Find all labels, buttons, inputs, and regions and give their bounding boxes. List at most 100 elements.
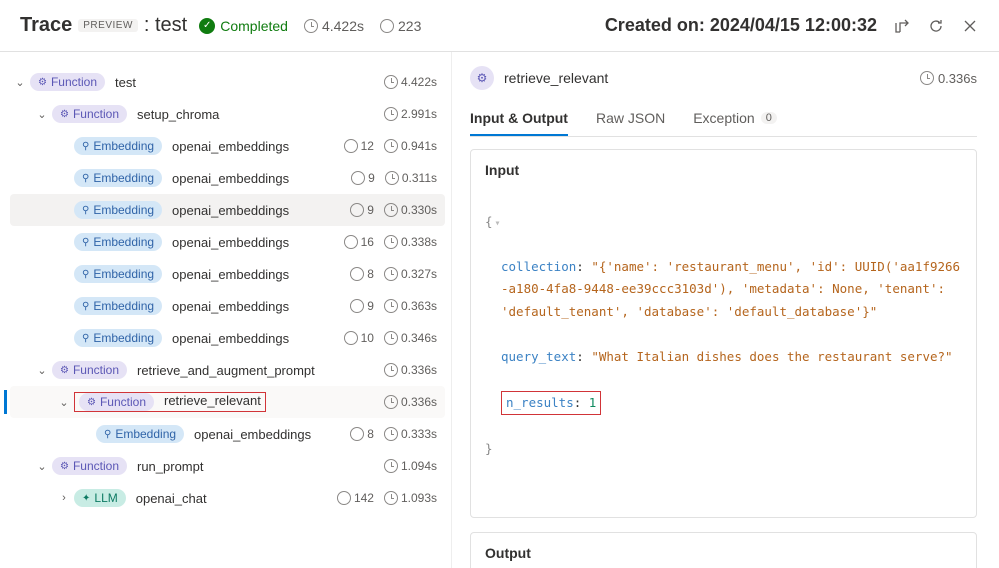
tab-exception[interactable]: Exception 0	[693, 102, 777, 136]
node-label: openai_embeddings	[172, 139, 289, 154]
node-meta: 2.991s	[384, 107, 437, 121]
chevron-icon[interactable]: ⌄	[54, 396, 74, 409]
clock-icon	[384, 427, 398, 441]
fn-badge: ⚙Function	[52, 361, 127, 379]
node-label: openai_chat	[136, 491, 207, 506]
share-icon[interactable]	[893, 17, 911, 35]
fn-badge: ⚙Function	[52, 457, 127, 475]
tree-row-test[interactable]: ⌄⚙Function test 4.422s	[10, 66, 445, 98]
node-meta: 120.941s	[344, 139, 437, 153]
status-label: Completed	[220, 18, 288, 34]
node-label: setup_chroma	[137, 107, 219, 122]
function-icon: ⚙	[470, 66, 494, 90]
tree-row-run_prompt[interactable]: ⌄⚙Function run_prompt 1.094s	[10, 450, 445, 482]
node-meta: 1421.093s	[337, 491, 437, 505]
node-label: openai_embeddings	[172, 331, 289, 346]
header-tokens: 223	[380, 18, 421, 34]
node-meta: 1.094s	[384, 459, 437, 473]
exception-count: 0	[761, 112, 777, 124]
emb-badge: ⚲Embedding	[74, 265, 162, 283]
detail-tabs: Input & Output Raw JSON Exception 0	[470, 102, 977, 137]
node-meta: 4.422s	[384, 75, 437, 89]
node-meta: 160.338s	[344, 235, 437, 249]
chevron-icon[interactable]: ⌄	[32, 364, 52, 377]
detail-time: 0.336s	[920, 71, 977, 86]
refresh-icon[interactable]	[927, 17, 945, 35]
clock-icon	[384, 395, 398, 409]
emb-badge: ⚲Embedding	[96, 425, 184, 443]
tree-row-openai_embeddings[interactable]: ⚲Embeddingopenai_embeddings90.311s	[10, 162, 445, 194]
node-meta: 0.336s	[384, 395, 437, 409]
tree-row-openai_embeddings[interactable]: ⚲Embeddingopenai_embeddings100.346s	[10, 322, 445, 354]
check-icon: ✓	[199, 18, 215, 34]
node-meta: 90.330s	[350, 203, 437, 217]
token-icon	[344, 235, 358, 249]
tree-row-openai_embeddings[interactable]: ⚲Embeddingopenai_embeddings160.338s	[10, 226, 445, 258]
clock-icon	[384, 235, 398, 249]
header-bar: Trace PREVIEW : test ✓ Completed 4.422s …	[0, 0, 999, 52]
input-card: Input {▾ collection: "{'name': 'restaura…	[470, 149, 977, 518]
tree-row-openai_embeddings[interactable]: ⚲Embedding openai_embeddings 120.941s	[10, 130, 445, 162]
node-label: openai_embeddings	[172, 171, 289, 186]
output-card: Output {▾ ids: [▾ 0: [▾ 0: "id1" ] ] dis…	[470, 532, 977, 568]
node-label: openai_embeddings	[172, 267, 289, 282]
trace-tree[interactable]: ⌄⚙Functiontest4.422s⌄⚙Functionsetup_chro…	[0, 52, 452, 568]
node-meta: 80.333s	[350, 427, 437, 441]
clock-icon	[384, 203, 398, 217]
emb-badge: ⚲Embedding	[74, 201, 162, 219]
selected-highlight: ⚙Function retrieve_relevant	[74, 392, 266, 413]
token-icon	[344, 139, 358, 153]
tree-row-openai_embeddings[interactable]: ⚲Embeddingopenai_embeddings80.327s	[10, 258, 445, 290]
token-icon	[350, 203, 364, 217]
fn-badge: ⚙Function	[52, 105, 127, 123]
clock-icon	[384, 299, 398, 313]
detail-panel: ⚙ retrieve_relevant 0.336s Input & Outpu…	[452, 52, 999, 568]
input-title: Input	[485, 162, 962, 178]
status-pill: ✓ Completed	[199, 18, 288, 34]
header-duration: 4.422s	[304, 18, 364, 34]
tree-row-openai_embeddings[interactable]: ⚲Embeddingopenai_embeddings90.363s	[10, 290, 445, 322]
preview-badge: PREVIEW	[78, 19, 138, 32]
clock-icon	[384, 363, 398, 377]
tab-raw-json[interactable]: Raw JSON	[596, 102, 665, 136]
close-icon[interactable]	[961, 17, 979, 35]
tree-row-setup_chroma[interactable]: ⌄⚙Function setup_chroma 2.991s	[10, 98, 445, 130]
node-label: run_prompt	[137, 459, 203, 474]
created-on: Created on: 2024/04/15 12:00:32	[605, 15, 877, 36]
node-meta: 90.363s	[350, 299, 437, 313]
node-meta: 90.311s	[351, 171, 437, 185]
detail-name: retrieve_relevant	[504, 70, 608, 86]
node-label: retrieve_relevant	[164, 393, 261, 408]
node-meta: 100.346s	[344, 331, 437, 345]
node-label: retrieve_and_augment_prompt	[137, 363, 315, 378]
tree-row-openai_embeddings[interactable]: ⚲Embedding openai_embeddings 90.330s	[10, 194, 445, 226]
trace-name: : test	[144, 14, 187, 37]
tree-row-retrieve_and_augment_prompt[interactable]: ⌄⚙Function retrieve_and_augment_prompt 0.3…	[10, 354, 445, 386]
clock-icon	[384, 267, 398, 281]
tree-row-openai_embeddings[interactable]: ⚲Embedding openai_embeddings 80.333s	[10, 418, 445, 450]
emb-badge: ⚲Embedding	[74, 137, 162, 155]
node-label: openai_embeddings	[194, 427, 311, 442]
chevron-icon[interactable]: ⌄	[32, 108, 52, 121]
tree-row-openai_chat[interactable]: ›✦LLM openai_chat 1421.093s	[10, 482, 445, 514]
token-icon	[344, 331, 358, 345]
chevron-icon[interactable]: ⌄	[10, 76, 30, 89]
token-icon	[350, 427, 364, 441]
llm-badge: ✦LLM	[74, 489, 126, 507]
clock-icon	[304, 19, 318, 33]
clock-icon	[384, 139, 398, 153]
chevron-icon[interactable]: ⌄	[32, 460, 52, 473]
tab-input-output[interactable]: Input & Output	[470, 102, 568, 136]
node-label: test	[115, 75, 136, 90]
node-meta: 0.336s	[384, 363, 437, 377]
node-label: openai_embeddings	[172, 299, 289, 314]
token-icon	[350, 267, 364, 281]
chevron-icon[interactable]: ›	[54, 492, 74, 504]
n-results-highlight: n_results: 1	[501, 391, 601, 416]
tree-row-retrieve_relevant[interactable]: ⌄ ⚙Function retrieve_relevant 0.336s	[10, 386, 445, 418]
fn-badge: ⚙Function	[79, 393, 154, 411]
output-title: Output	[485, 545, 962, 561]
node-label: openai_embeddings	[172, 203, 289, 218]
emb-badge: ⚲Embedding	[74, 233, 162, 251]
fn-badge: ⚙Function	[30, 73, 105, 91]
